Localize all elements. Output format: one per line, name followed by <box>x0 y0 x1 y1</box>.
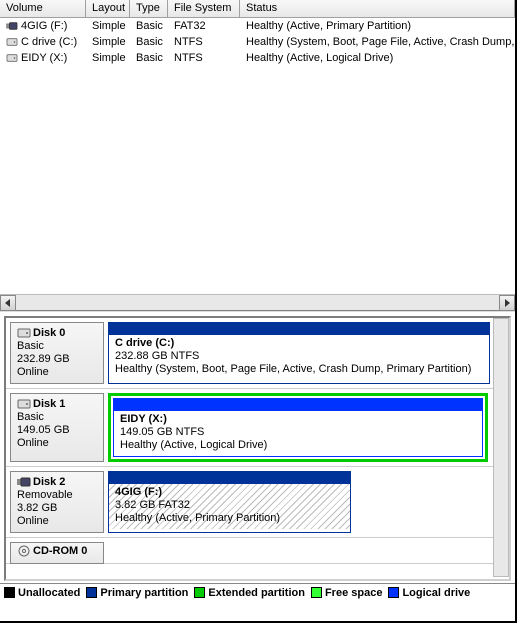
disk-row: Disk 0Basic232.89 GBOnlineC drive (C:)23… <box>6 318 509 389</box>
disk-state: Online <box>17 366 99 379</box>
volume-status-cell: Healthy (Active, Logical Drive) <box>240 51 515 65</box>
partition-subtitle: 3.82 GB FAT32 <box>115 499 344 512</box>
volume-type-cell: Basic <box>130 51 168 65</box>
legend-label: Primary partition <box>100 587 188 599</box>
disk-row: CD-ROM 0 <box>6 538 509 564</box>
volume-row[interactable]: C drive (C:)SimpleBasicNTFSHealthy (Syst… <box>0 34 515 50</box>
legend-label: Logical drive <box>402 587 470 599</box>
disk-state: Online <box>17 437 99 450</box>
volume-fs-cell: NTFS <box>168 35 240 49</box>
volume-fs-cell: NTFS <box>168 51 240 65</box>
hdd-icon <box>17 327 31 339</box>
partition-status: Healthy (System, Boot, Page File, Active… <box>115 363 483 376</box>
usb-icon <box>17 476 31 488</box>
cd-icon <box>17 545 31 557</box>
legend-label: Free space <box>325 587 382 599</box>
disk-info-box[interactable]: Disk 1Basic149.05 GBOnline <box>10 393 104 462</box>
partition-title: 4GIG (F:) <box>115 486 344 499</box>
legend-swatch <box>194 587 205 598</box>
legend-swatch <box>311 587 322 598</box>
hdd-icon <box>6 53 18 63</box>
volume-row[interactable]: EIDY (X:)SimpleBasicNTFSHealthy (Active,… <box>0 50 515 66</box>
legend-label: Extended partition <box>208 587 305 599</box>
disk-graphical-inner: Disk 0Basic232.89 GBOnlineC drive (C:)23… <box>4 316 511 581</box>
partition-box[interactable]: C drive (C:)232.88 GB NTFSHealthy (Syste… <box>108 322 490 384</box>
volume-layout-cell: Simple <box>86 51 130 65</box>
legend-item: Primary partition <box>86 587 188 599</box>
partition-box[interactable]: EIDY (X:)149.05 GB NTFSHealthy (Active, … <box>113 398 483 457</box>
col-header-volume[interactable]: Volume <box>0 0 86 17</box>
volume-list-header: Volume Layout Type File System Status <box>0 0 515 18</box>
disk-kind: Basic <box>17 340 99 353</box>
disk-row: Disk 2Removable3.82 GBOnline4GIG (F:)3.8… <box>6 467 509 538</box>
volume-name-cell: EIDY (X:) <box>0 51 86 65</box>
partition-status: Healthy (Active, Logical Drive) <box>120 439 476 452</box>
legend-swatch <box>86 587 97 598</box>
usb-icon <box>6 21 18 31</box>
disk-label: CD-ROM 0 <box>33 545 87 557</box>
legend-item: Free space <box>311 587 382 599</box>
disk-row: Disk 1Basic149.05 GBOnlineEIDY (X:)149.0… <box>6 389 509 467</box>
legend-item: Unallocated <box>4 587 80 599</box>
partition-subtitle: 149.05 GB NTFS <box>120 426 476 439</box>
disk-size: 149.05 GB <box>17 424 99 437</box>
disk-label: Disk 2 <box>33 476 65 488</box>
partition-title: EIDY (X:) <box>120 413 476 426</box>
volume-list-h-scrollbar[interactable] <box>0 294 515 310</box>
col-header-layout[interactable]: Layout <box>86 0 130 17</box>
disk-info-box[interactable]: Disk 0Basic232.89 GBOnline <box>10 322 104 384</box>
volume-layout-cell: Simple <box>86 19 130 33</box>
disk-info-box[interactable]: Disk 2Removable3.82 GBOnline <box>10 471 104 533</box>
volume-row[interactable]: 4GIG (F:)SimpleBasicFAT32Healthy (Active… <box>0 18 515 34</box>
disk-size: 232.89 GB <box>17 353 99 366</box>
partition-title: C drive (C:) <box>115 337 483 350</box>
hdd-icon <box>6 37 18 47</box>
partition-color-bar <box>109 472 350 484</box>
disk-info-box[interactable]: CD-ROM 0 <box>10 542 104 564</box>
volume-status-cell: Healthy (Active, Primary Partition) <box>240 19 515 33</box>
partition-color-bar <box>109 323 489 335</box>
volume-name-cell: C drive (C:) <box>0 35 86 49</box>
partition-legend: Unallocated Primary partition Extended par… <box>0 583 515 601</box>
disk-graphical-panel: Disk 0Basic232.89 GBOnlineC drive (C:)23… <box>0 311 515 583</box>
volume-fs-cell: FAT32 <box>168 19 240 33</box>
legend-item: Extended partition <box>194 587 305 599</box>
partition-body: 4GIG (F:)3.82 GB FAT32Healthy (Active, P… <box>109 484 350 529</box>
disk-label: Disk 1 <box>33 398 65 410</box>
disk-size: 3.82 GB <box>17 502 99 515</box>
legend-item: Logical drive <box>388 587 470 599</box>
legend-swatch <box>388 587 399 598</box>
volume-layout-cell: Simple <box>86 35 130 49</box>
disk-kind: Removable <box>17 489 99 502</box>
disk-graphical-v-scrollbar[interactable] <box>493 318 509 577</box>
partition-subtitle: 232.88 GB NTFS <box>115 350 483 363</box>
disk-label: Disk 0 <box>33 327 65 339</box>
scroll-left-button[interactable] <box>0 295 16 311</box>
legend-label: Unallocated <box>18 587 80 599</box>
volume-type-cell: Basic <box>130 19 168 33</box>
col-header-type[interactable]: Type <box>130 0 168 17</box>
partition-status: Healthy (Active, Primary Partition) <box>115 512 344 525</box>
volume-status-cell: Healthy (System, Boot, Page File, Active… <box>240 35 515 49</box>
volume-list-body[interactable]: 4GIG (F:)SimpleBasicFAT32Healthy (Active… <box>0 18 515 294</box>
partition-color-bar <box>114 399 482 411</box>
col-header-filesystem[interactable]: File System <box>168 0 240 17</box>
volume-list-panel: Volume Layout Type File System Status 4G… <box>0 0 515 311</box>
disk-state: Online <box>17 515 99 528</box>
partition-box[interactable]: 4GIG (F:)3.82 GB FAT32Healthy (Active, P… <box>108 471 351 533</box>
volume-type-cell: Basic <box>130 35 168 49</box>
partition-body: EIDY (X:)149.05 GB NTFSHealthy (Active, … <box>114 411 482 456</box>
partition-body: C drive (C:)232.88 GB NTFSHealthy (Syste… <box>109 335 489 380</box>
legend-swatch <box>4 587 15 598</box>
extended-partition-wrap: EIDY (X:)149.05 GB NTFSHealthy (Active, … <box>108 393 488 462</box>
hdd-icon <box>17 398 31 410</box>
volume-name-cell: 4GIG (F:) <box>0 19 86 33</box>
disk-kind: Basic <box>17 411 99 424</box>
scroll-right-button[interactable] <box>499 295 515 311</box>
col-header-status[interactable]: Status <box>240 0 515 17</box>
